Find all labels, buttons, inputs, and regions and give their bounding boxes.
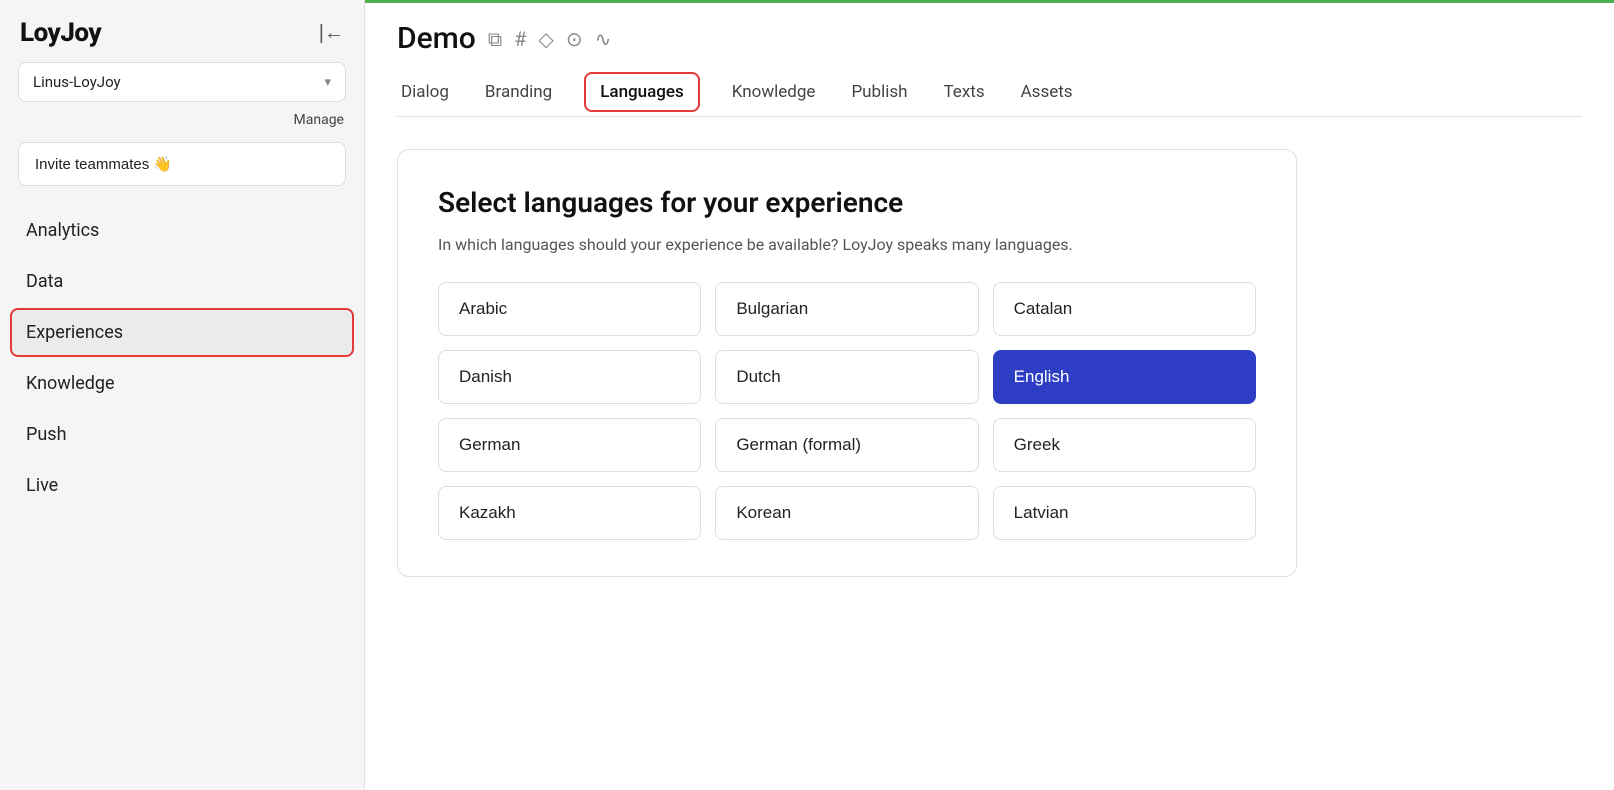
tabs-row: Dialog Branding Languages Knowledge Publish T… <box>397 72 1582 117</box>
tab-publish[interactable]: Publish <box>847 72 911 117</box>
tab-assets[interactable]: Assets <box>1017 72 1077 117</box>
collapse-button[interactable]: |← <box>319 22 344 45</box>
language-button-english[interactable]: English <box>993 350 1256 404</box>
languages-card-title: Select languages for your experience <box>438 186 1256 219</box>
settings-icon[interactable]: ⊙ <box>566 27 583 51</box>
language-button-latvian[interactable]: Latvian <box>993 486 1256 540</box>
language-button-arabic[interactable]: Arabic <box>438 282 701 336</box>
sidebar-nav: AnalyticsDataExperiencesKnowledgePushLiv… <box>0 206 364 510</box>
sidebar-item-data[interactable]: Data <box>10 257 354 306</box>
sidebar-header: LoyJoy |← <box>0 0 364 62</box>
language-button-catalan[interactable]: Catalan <box>993 282 1256 336</box>
copy-icon[interactable]: ⧉ <box>488 27 502 51</box>
content-area: Select languages for your experience In … <box>365 117 1614 790</box>
sidebar: LoyJoy |← Linus-LoyJoy ▾ Manage Invite t… <box>0 0 365 790</box>
tab-branding[interactable]: Branding <box>481 72 556 117</box>
languages-card: Select languages for your experience In … <box>397 149 1297 577</box>
invite-teammates-button[interactable]: Invite teammates 👋 <box>18 142 346 186</box>
analytics-icon[interactable]: ∿ <box>595 27 612 51</box>
sidebar-item-knowledge[interactable]: Knowledge <box>10 359 354 408</box>
sidebar-item-experiences[interactable]: Experiences <box>10 308 354 357</box>
top-header: Demo ⧉ # ◇ ⊙ ∿ Dialog Branding Languages Kn… <box>365 3 1614 117</box>
language-button-dutch[interactable]: Dutch <box>715 350 978 404</box>
sidebar-item-push[interactable]: Push <box>10 410 354 459</box>
workspace-selector[interactable]: Linus-LoyJoy ▾ <box>18 62 346 102</box>
manage-link[interactable]: Manage <box>0 108 364 138</box>
tab-languages[interactable]: Languages <box>584 72 700 112</box>
tab-knowledge[interactable]: Knowledge <box>728 72 820 117</box>
tag-icon[interactable]: ◇ <box>538 27 553 51</box>
language-button-kazakh[interactable]: Kazakh <box>438 486 701 540</box>
language-button-bulgarian[interactable]: Bulgarian <box>715 282 978 336</box>
tab-texts[interactable]: Texts <box>939 72 988 117</box>
project-title: Demo <box>397 21 476 56</box>
languages-card-subtitle: In which languages should your experienc… <box>438 235 1256 254</box>
language-button-danish[interactable]: Danish <box>438 350 701 404</box>
language-button-greek[interactable]: Greek <box>993 418 1256 472</box>
tab-dialog[interactable]: Dialog <box>397 72 453 117</box>
logo: LoyJoy <box>20 18 101 48</box>
sidebar-item-analytics[interactable]: Analytics <box>10 206 354 255</box>
project-title-row: Demo ⧉ # ◇ ⊙ ∿ <box>397 21 1582 56</box>
main-content: Demo ⧉ # ◇ ⊙ ∿ Dialog Branding Languages Kn… <box>365 0 1614 790</box>
language-button-german-formal[interactable]: German (formal) <box>715 418 978 472</box>
language-button-korean[interactable]: Korean <box>715 486 978 540</box>
languages-grid: Arabic Bulgarian Catalan Danish Dutch English… <box>438 282 1256 540</box>
workspace-name: Linus-LoyJoy <box>33 73 121 91</box>
hash-icon[interactable]: # <box>514 27 526 51</box>
collapse-icon: |← <box>319 22 344 45</box>
chevron-down-icon: ▾ <box>324 75 331 90</box>
sidebar-item-live[interactable]: Live <box>10 461 354 510</box>
language-button-german[interactable]: German <box>438 418 701 472</box>
